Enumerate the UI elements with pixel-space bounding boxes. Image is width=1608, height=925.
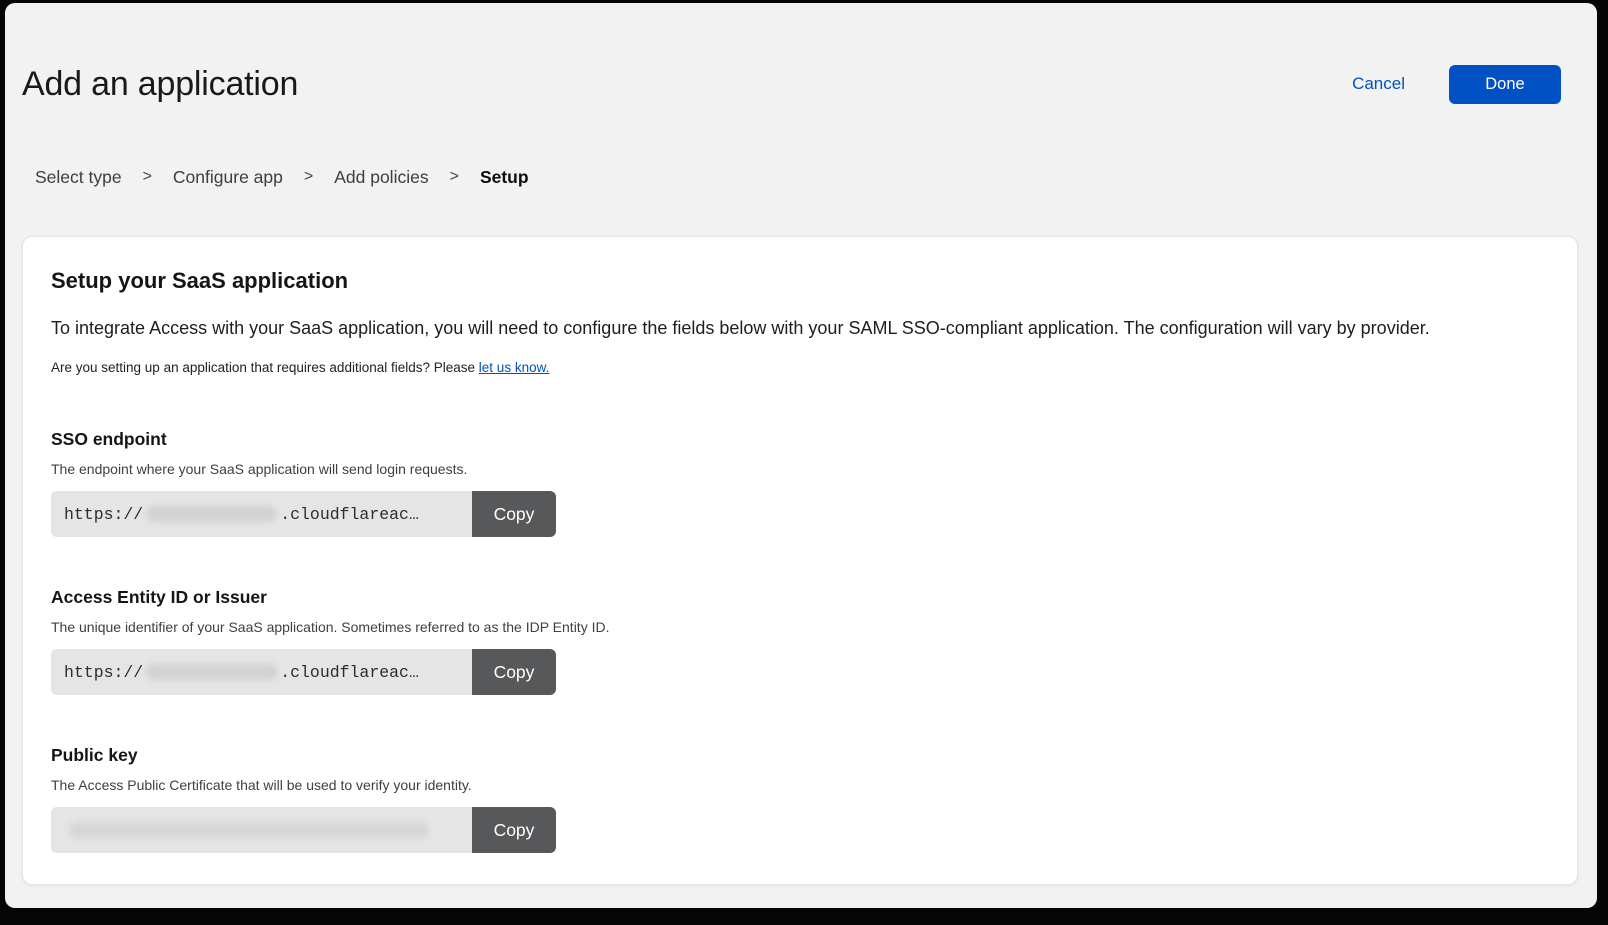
- page-title: Add an application: [22, 63, 298, 105]
- public-key-copy-button[interactable]: Copy: [472, 807, 556, 853]
- breadcrumb-step-select-type[interactable]: Select type: [35, 167, 122, 187]
- field-public-key: Public key The Access Public Certificate…: [51, 745, 1549, 853]
- sso-endpoint-copy-button[interactable]: Copy: [472, 491, 556, 537]
- access-entity-id-description: The unique identifier of your SaaS appli…: [51, 619, 1549, 636]
- url-prefix: https://: [64, 663, 143, 682]
- field-sso-endpoint: SSO endpoint The endpoint where your Saa…: [51, 429, 1549, 537]
- header-actions: Cancel Done: [1352, 65, 1561, 104]
- field-access-entity-id: Access Entity ID or Issuer The unique id…: [51, 587, 1549, 695]
- breadcrumb-separator: >: [450, 167, 459, 187]
- card-note: Are you setting up an application that r…: [51, 359, 1549, 376]
- access-entity-id-label: Access Entity ID or Issuer: [51, 587, 1549, 608]
- redacted-value-blur: [69, 822, 429, 838]
- cancel-button[interactable]: Cancel: [1352, 74, 1405, 94]
- page-header: Add an application Cancel Done: [22, 63, 1561, 105]
- breadcrumb-step-setup: Setup: [480, 167, 529, 187]
- public-key-row: Copy: [51, 807, 556, 853]
- card-intro-text: To integrate Access with your SaaS appli…: [51, 317, 1549, 340]
- card-title: Setup your SaaS application: [51, 268, 1549, 294]
- public-key-label: Public key: [51, 745, 1549, 766]
- sso-endpoint-description: The endpoint where your SaaS application…: [51, 461, 1549, 478]
- card-note-text: Are you setting up an application that r…: [51, 360, 475, 375]
- let-us-know-link[interactable]: let us know.: [479, 360, 550, 375]
- url-suffix: .cloudflareac…: [280, 505, 419, 524]
- sso-endpoint-value[interactable]: https:// .cloudflareac…: [51, 491, 472, 537]
- breadcrumb: Select type > Configure app > Add polici…: [35, 167, 1597, 187]
- redacted-value-blur: [146, 506, 277, 522]
- access-entity-id-value[interactable]: https:// .cloudflareac…: [51, 649, 472, 695]
- setup-card: Setup your SaaS application To integrate…: [22, 236, 1578, 885]
- public-key-description: The Access Public Certificate that will …: [51, 777, 1549, 794]
- redacted-value-blur: [146, 664, 277, 680]
- add-application-page: Add an application Cancel Done Select ty…: [5, 3, 1597, 908]
- access-entity-id-row: https:// .cloudflareac… Copy: [51, 649, 556, 695]
- sso-endpoint-row: https:// .cloudflareac… Copy: [51, 491, 556, 537]
- sso-endpoint-label: SSO endpoint: [51, 429, 1549, 450]
- breadcrumb-step-configure-app[interactable]: Configure app: [173, 167, 283, 187]
- breadcrumb-step-add-policies[interactable]: Add policies: [334, 167, 428, 187]
- url-prefix: https://: [64, 505, 143, 524]
- access-entity-id-copy-button[interactable]: Copy: [472, 649, 556, 695]
- url-suffix: .cloudflareac…: [280, 663, 419, 682]
- breadcrumb-separator: >: [304, 167, 313, 187]
- breadcrumb-separator: >: [143, 167, 152, 187]
- public-key-value[interactable]: [51, 807, 472, 853]
- done-button[interactable]: Done: [1449, 65, 1561, 104]
